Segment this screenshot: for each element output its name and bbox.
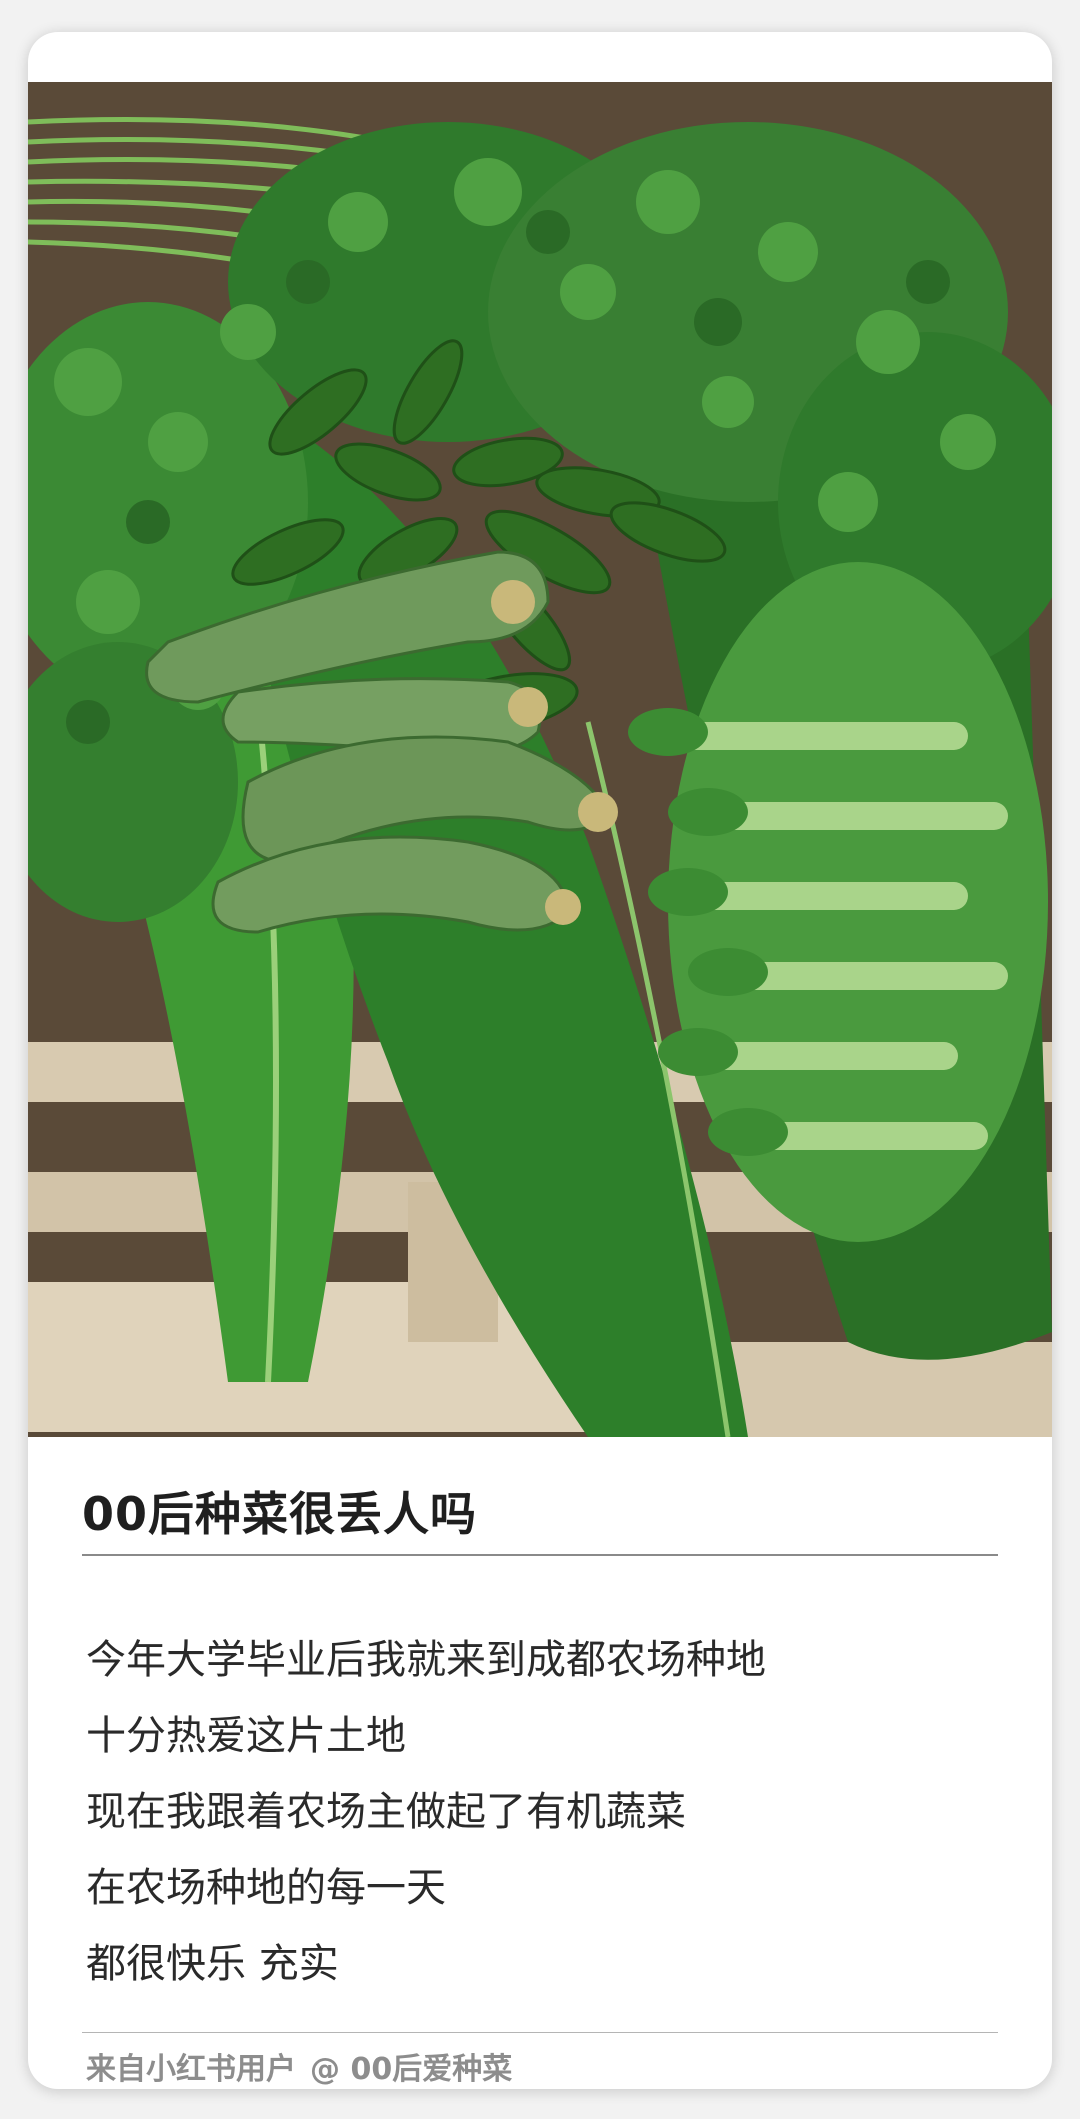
vegetable-photo[interactable] <box>28 82 1052 1437</box>
post-body: 今年大学毕业后我就来到成都农场种地 十分热爱这片土地 现在我跟着农场主做起了有机… <box>86 1622 1006 2002</box>
source-label: 来自小红书用户 <box>86 2052 296 2087</box>
source-footer: 来自小红书用户 @ 00后爱种菜 <box>86 2044 512 2088</box>
body-line: 现在我跟着农场主做起了有机蔬菜 <box>86 1789 686 1835</box>
body-line: 在农场种地的每一天 <box>86 1865 446 1911</box>
post-card: 00后种菜很丢人吗 今年大学毕业后我就来到成都农场种地 十分热爱这片土地 现在我… <box>28 32 1052 2089</box>
author-handle[interactable]: @ 00后爱种菜 <box>310 2052 512 2087</box>
title-divider <box>82 1554 998 1556</box>
body-line: 都很快乐 充实 <box>86 1941 339 1987</box>
post-title: 00后种菜很丢人吗 <box>82 1487 478 1541</box>
footer-divider <box>82 2032 998 2033</box>
vegetable-photo-illustration <box>28 82 1052 1437</box>
body-line: 十分热爱这片土地 <box>86 1713 406 1759</box>
body-line: 今年大学毕业后我就来到成都农场种地 <box>86 1637 766 1683</box>
